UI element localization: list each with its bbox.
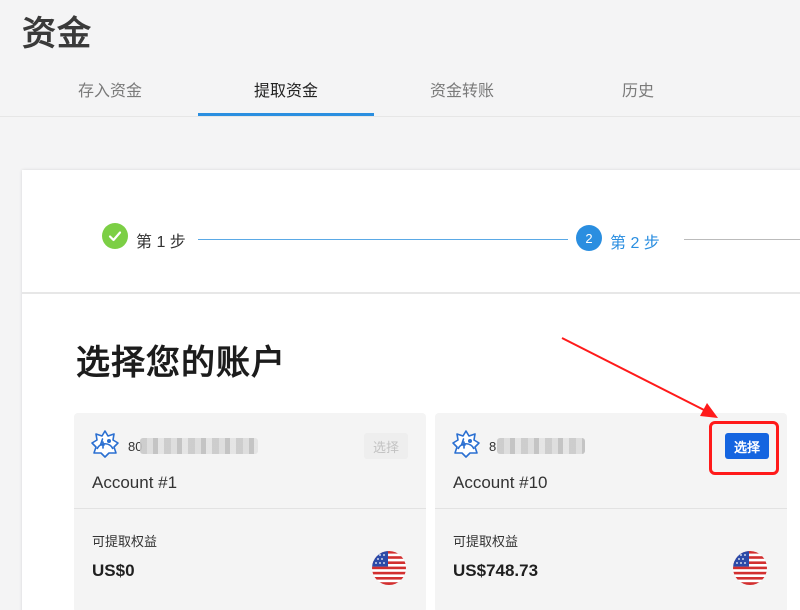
withdrawable-equity-label: 可提取权益	[92, 534, 158, 549]
account-card: 80 Account #1 选择 可提取权益 US$0	[74, 413, 426, 610]
tabs-divider	[0, 116, 800, 117]
account-number: 8	[489, 439, 497, 454]
withdrawable-equity-value: US$748.73	[453, 561, 539, 580]
check-icon	[102, 223, 128, 249]
redacted-account-number	[140, 438, 258, 454]
tab-history[interactable]: 历史	[550, 62, 726, 116]
step-connector-1	[198, 239, 568, 240]
account-card-header: 80 Account #1 选择	[74, 413, 426, 509]
us-flag-icon	[733, 551, 767, 585]
withdrawable-equity-label: 可提取权益	[453, 534, 519, 549]
step-1-label: 第 1 步	[136, 234, 186, 251]
stepper: 第 1 步 2 第 2 步	[22, 170, 800, 294]
tab-deposit[interactable]: 存入资金	[22, 62, 198, 116]
withdraw-panel: 第 1 步 2 第 2 步 选择您的账户 80 Account #1 选择 可提…	[22, 170, 800, 610]
section-title: 选择您的账户	[76, 344, 286, 382]
metatrader-4-icon	[91, 430, 119, 458]
withdrawable-equity-value: US$0	[92, 561, 135, 580]
select-account-button[interactable]: 选择	[364, 433, 408, 459]
account-name: Account #1	[92, 473, 178, 492]
account-card: 8 Account #10 选择 可提取权益 US$748.73	[435, 413, 787, 610]
select-account-button[interactable]: 选择	[725, 433, 769, 459]
redacted-account-number	[497, 438, 585, 454]
metatrader-4-icon	[452, 430, 480, 458]
step-2-number: 2	[576, 225, 602, 251]
account-name: Account #10	[453, 473, 548, 492]
step-connector-2	[684, 239, 800, 240]
tab-transfer[interactable]: 资金转账	[374, 62, 550, 116]
account-card-header: 8 Account #10 选择	[435, 413, 787, 509]
us-flag-icon	[372, 551, 406, 585]
tab-bar: 存入资金 提取资金 资金转账 历史	[22, 62, 726, 116]
tab-withdraw[interactable]: 提取资金	[198, 62, 374, 116]
page-title: 资金	[22, 15, 92, 53]
step-2-label: 第 2 步	[610, 235, 660, 252]
